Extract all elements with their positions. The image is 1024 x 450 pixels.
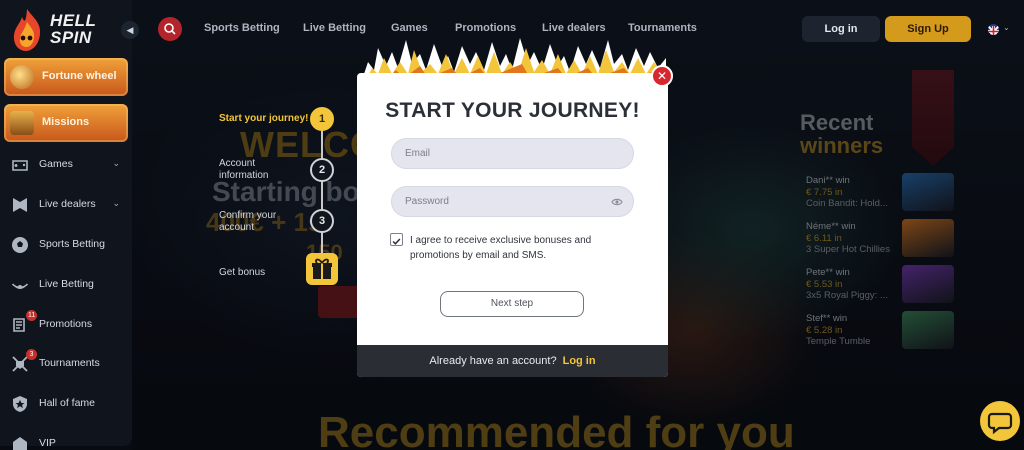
email-placeholder: Email	[405, 148, 431, 159]
step-indicator-3: 3	[310, 209, 334, 233]
step-indicator-2: 2	[310, 158, 334, 182]
chevron-down-icon: ⌄	[112, 158, 120, 168]
search-button[interactable]	[158, 17, 182, 41]
fortune-wheel-tile[interactable]: Fortune wheel	[4, 58, 128, 96]
sidebar-item-vip[interactable]: VIP	[8, 432, 128, 450]
header-signup-button[interactable]: Sign Up	[885, 16, 971, 42]
search-icon	[164, 23, 176, 35]
fortune-wheel-label: Fortune wheel	[42, 70, 117, 82]
uk-flag-icon[interactable]	[988, 24, 999, 35]
chevron-down-icon: ⌄	[112, 198, 120, 208]
tournaments-count-badge: 3	[26, 349, 37, 360]
password-field[interactable]: Password	[391, 186, 634, 217]
sidebar: HELL SPIN Fortune wheel Missions Games ⌄…	[0, 0, 132, 450]
sidebar-item-hall-of-fame[interactable]: Hall of fame	[8, 392, 128, 416]
games-icon	[12, 160, 28, 171]
signup-modal: START YOUR JOURNEY! Email Password I agr…	[357, 73, 668, 377]
sidebar-item-label: Sports Betting	[39, 238, 105, 250]
sidebar-item-sports-betting[interactable]: Sports Betting	[8, 233, 128, 257]
sidebar-item-live-betting[interactable]: Live Betting	[8, 273, 128, 297]
nav-link-sports-betting[interactable]: Sports Betting	[204, 22, 280, 34]
gift-bonus-icon	[306, 253, 338, 285]
fortune-wheel-icon	[10, 65, 34, 89]
chat-bubble-icon	[987, 412, 1013, 435]
brand-name-line1: HELL	[50, 11, 97, 30]
live-signal-icon	[11, 283, 29, 289]
vip-icon	[13, 437, 27, 450]
support-chat-button[interactable]	[980, 401, 1020, 441]
sidebar-item-label: Tournaments	[39, 357, 100, 369]
treasure-chest-icon	[10, 111, 34, 135]
sidebar-item-label: Hall of fame	[39, 397, 96, 409]
chevron-down-icon[interactable]: ⌄	[1003, 23, 1010, 32]
sidebar-item-promotions[interactable]: 11 Promotions	[8, 310, 128, 337]
soccer-ball-icon	[12, 237, 28, 253]
sidebar-item-label: Live Betting	[39, 278, 94, 290]
sidebar-collapse-button[interactable]: ◀	[121, 21, 139, 39]
nav-link-live-dealers[interactable]: Live dealers	[542, 22, 606, 34]
sidebar-item-label: Games	[39, 158, 73, 170]
promotions-count-badge: 11	[26, 310, 38, 321]
brand-logo[interactable]: HELL SPIN	[6, 6, 116, 54]
modal-title: START YOUR JOURNEY!	[385, 99, 640, 122]
step-label-4: Get bonus	[219, 267, 266, 278]
missions-label: Missions	[42, 116, 90, 128]
flame-logo-icon	[13, 9, 41, 51]
live-dealer-icon	[13, 198, 27, 212]
close-icon[interactable]: ✕	[651, 65, 673, 87]
header-login-button[interactable]: Log in	[802, 16, 880, 42]
sidebar-item-tournaments[interactable]: 3 Tournaments	[8, 349, 128, 376]
nav-link-games[interactable]: Games	[391, 22, 428, 34]
sidebar-item-label: Promotions	[39, 318, 93, 330]
brand-name-line2: SPIN	[50, 28, 92, 47]
step-label-1: Start your journey!	[219, 113, 309, 124]
eye-icon[interactable]	[611, 197, 623, 207]
nav-link-live-betting[interactable]: Live Betting	[303, 22, 366, 34]
consent-checkbox[interactable]	[390, 233, 403, 246]
step-indicator-1: 1	[310, 107, 334, 131]
modal-footer: Already have an account? Log in	[357, 345, 668, 377]
footer-login-link[interactable]: Log in	[563, 355, 596, 367]
sidebar-item-games[interactable]: Games ⌄	[8, 153, 128, 177]
already-have-account-text: Already have an account?	[429, 355, 557, 367]
sidebar-item-label: VIP	[39, 437, 56, 449]
email-field[interactable]: Email	[391, 138, 634, 169]
consent-text: I agree to receive exclusive bonuses and…	[410, 235, 592, 261]
missions-tile[interactable]: Missions	[4, 104, 128, 142]
password-placeholder: Password	[405, 196, 449, 207]
sidebar-item-live-dealers[interactable]: Live dealers ⌄	[8, 193, 128, 217]
step-label-3: Confirm your account	[219, 210, 277, 233]
step-label-2: Account information	[219, 158, 269, 181]
nav-link-promotions[interactable]: Promotions	[455, 22, 516, 34]
nav-link-tournaments[interactable]: Tournaments	[628, 22, 697, 34]
next-step-button[interactable]: Next step	[440, 291, 584, 317]
steps-connector	[321, 130, 323, 260]
sidebar-item-label: Live dealers	[39, 198, 96, 210]
shield-crest-icon	[13, 396, 27, 412]
brand-wordmark: HELL SPIN	[50, 12, 96, 46]
checkmark-icon	[392, 238, 401, 245]
